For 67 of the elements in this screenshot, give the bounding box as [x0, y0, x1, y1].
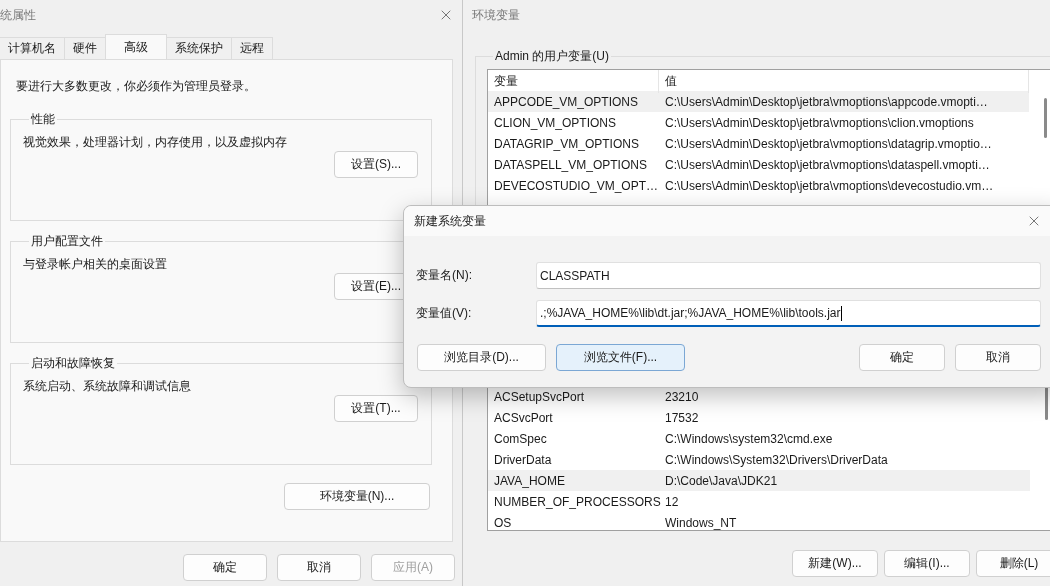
group-description: 视觉效果，处理器计划，内存使用，以及虚拟内存	[23, 134, 288, 151]
table-cell-text: C:\Users\Admin\Desktop\jetbra\vmoptions\appcode.vmopti…	[664, 94, 989, 109]
table-cell-text: ACSvcPort	[493, 410, 554, 425]
table-cell-text: APPCODE_VM_OPTIONS	[493, 94, 640, 109]
table-cell-text: DATASPELL_VM_OPTIONS	[493, 157, 648, 172]
table-cell-text: DEVECOSTUDIO_VM_OPT…	[493, 178, 659, 193]
dialog-title: 新建系统变量	[414, 212, 486, 230]
table-cell-text: 23210	[664, 389, 700, 404]
table-row[interactable]: OS Windows_NT	[488, 512, 1030, 533]
table-cell-text: ACSetupSvcPort	[493, 389, 586, 404]
table-cell-text: DriverData	[493, 452, 553, 467]
table-row[interactable]: ComSpec C:\Windows\system32\cmd.exe	[488, 428, 1030, 449]
environment-variables-button[interactable]: 环境变量(N)...	[284, 483, 430, 510]
dialog-button[interactable]: 确定	[183, 554, 267, 581]
table-row[interactable]: APPCODE_VM_OPTIONS C:\Users\Admin\Desktop\jetbra\vmoptions\appcode.vmopti…	[488, 91, 1029, 112]
field-label: 变量名(N):	[416, 267, 473, 284]
group-title: Admin 的用户变量(U)	[494, 48, 610, 65]
window-title: 环境变量	[471, 6, 520, 24]
table-row[interactable]: ACSetupSvcPort 23210	[488, 386, 1030, 407]
table-row[interactable]: DATAGRIP_VM_OPTIONS C:\Users\Admin\Desktop\jetbra\vmoptions\datagrip.vmoptio…	[488, 133, 1029, 154]
tab[interactable]: 远程	[231, 37, 273, 59]
table-cell-text: ComSpec	[493, 431, 548, 446]
dialog-button[interactable]: 取消	[277, 554, 361, 581]
table-cell-text: C:\Windows\system32\cmd.exe	[664, 431, 834, 446]
table-row[interactable]: DATASPELL_VM_OPTIONS C:\Users\Admin\Desktop\jetbra\vmoptions\dataspell.vmopti…	[488, 154, 1029, 175]
table-cell-text: NUMBER_OF_PROCESSORS	[493, 494, 659, 509]
table-cell-text: C:\Windows\System32\Drivers\DriverData	[664, 452, 889, 467]
table-cell-text: 12	[664, 494, 680, 509]
input-field[interactable]: .;%JAVA_HOME%\lib\dt.jar;%JAVA_HOME%\lib\tools.jar	[536, 300, 1041, 327]
list-button[interactable]: 编辑(I)...	[884, 550, 970, 577]
table-cell-text: Windows_NT	[664, 515, 738, 530]
table-cell-text: CLION_VM_OPTIONS	[493, 115, 618, 130]
group-description: 系统启动、系统故障和调试信息	[23, 378, 192, 395]
table-row[interactable]: ACSvcPort 17532	[488, 407, 1030, 428]
table-cell-text: C:\Users\Admin\Desktop\jetbra\vmoptions\datagrip.vmoptio…	[664, 136, 993, 151]
table-row[interactable]: JAVA_HOME D:\Code\Java\JDK21	[488, 470, 1030, 491]
scrollbar-thumb[interactable]	[1044, 98, 1047, 138]
table-cell-text: D:\Code\Java\JDK21	[664, 473, 779, 488]
group-title: 用户配置文件	[30, 233, 104, 250]
group-title: 启动和故障恢复	[30, 355, 116, 372]
table-cell-text: 17532	[664, 410, 700, 425]
dialog-button[interactable]: 确定	[859, 344, 945, 371]
scrollbar-thumb[interactable]	[1045, 386, 1048, 420]
table-row[interactable]: DEVECOSTUDIO_VM_OPT… C:\Users\Admin\Desktop\jetbra\vmoptions\devecostudio.vm…	[488, 175, 1029, 196]
table-row[interactable]: CLION_VM_OPTIONS C:\Users\Admin\Desktop\jetbra\vmoptions\clion.vmoptions	[488, 112, 1029, 133]
notice-text: 要进行大多数更改，你必须作为管理员登录。	[15, 78, 257, 95]
input-field[interactable]: CLASSPATH	[536, 262, 1041, 289]
table-cell-text: OS	[493, 515, 513, 530]
dialog-button[interactable]: 取消	[955, 344, 1041, 371]
field-label: 变量值(V):	[416, 305, 473, 322]
settings-button[interactable]: 设置(S)...	[334, 151, 418, 178]
browse-button[interactable]: 浏览文件(F)...	[556, 344, 685, 371]
list-button[interactable]: 删除(L)	[976, 550, 1050, 577]
table-cell-text: C:\Users\Admin\Desktop\jetbra\vmoptions\dataspell.vmopti…	[664, 157, 991, 172]
table-cell-text: C:\Users\Admin\Desktop\jetbra\vmoptions\devecostudio.vm…	[664, 178, 995, 193]
group-title: 性能	[30, 111, 56, 128]
tab[interactable]: 高级	[105, 34, 167, 59]
group-description: 与登录帐户相关的桌面设置	[23, 256, 168, 273]
table-cell-text: JAVA_HOME	[493, 473, 566, 488]
table-cell-text: DATAGRIP_VM_OPTIONS	[493, 136, 640, 151]
table-row[interactable]: DriverData C:\Windows\System32\Drivers\DriverData	[488, 449, 1030, 470]
browse-button[interactable]: 浏览目录(D)...	[417, 344, 546, 371]
list-button[interactable]: 新建(W)...	[792, 550, 878, 577]
table-row[interactable]: NUMBER_OF_PROCESSORS 12	[488, 491, 1030, 512]
settings-button[interactable]: 设置(T)...	[334, 395, 418, 422]
window-title: 统属性	[0, 6, 36, 24]
table-cell-text: C:\Users\Admin\Desktop\jetbra\vmoptions\clion.vmoptions	[664, 115, 975, 130]
